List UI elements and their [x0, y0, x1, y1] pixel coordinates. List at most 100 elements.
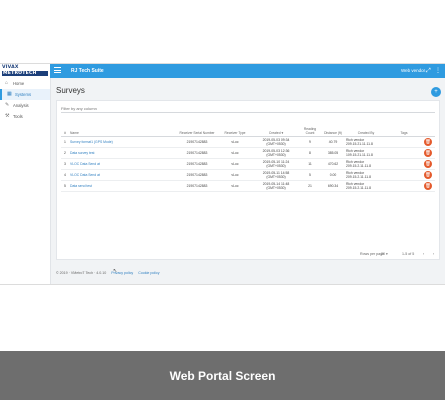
- created-by: Rich vendor 109.15.21.11.11.8: [345, 147, 387, 159]
- created-by: Rich vendor 209.15.2.11.11.8: [345, 169, 387, 181]
- delete-button[interactable]: 🗑: [424, 159, 432, 168]
- tags-cell: [387, 136, 421, 148]
- distance: 0.00: [321, 169, 345, 181]
- created-date: 2019-05-03 09:34 (GMT+0530): [253, 136, 299, 148]
- row-number: 5: [61, 180, 69, 192]
- sidebar: ⌂ Home ▦ Systems ✎ Analysis ⚒ Tools: [0, 78, 51, 284]
- trash-icon: 🗑: [425, 138, 431, 144]
- trash-icon: 🗑: [425, 171, 431, 177]
- web-portal-window: VIVAX METROTECH RJ Tech Suite Web vendor…: [0, 63, 445, 285]
- hamburger-menu-icon[interactable]: [54, 67, 61, 75]
- table-row[interactable]: 3 VLOC Data Send at 21907142883 vLoc 201…: [61, 158, 435, 170]
- column-header-label: Created: [268, 130, 281, 135]
- table-row[interactable]: 5 Data send test 21907142883 vLoc 2019-0…: [61, 180, 435, 192]
- distance: 40.79: [321, 136, 345, 148]
- app-title: RJ Tech Suite: [71, 68, 104, 74]
- table-row[interactable]: 1 Survey format1 (GPS Mode) 21907142883 …: [61, 136, 435, 148]
- trash-icon: 🗑: [425, 149, 431, 155]
- receiver-serial: 21907142883: [177, 169, 217, 181]
- receiver-type: vLoc: [217, 158, 253, 170]
- analysis-icon: ✎: [5, 102, 10, 108]
- pagination-range: 1-5 of 5: [402, 252, 415, 256]
- column-header-count[interactable]: Reading Count: [299, 117, 321, 137]
- brand-logo[interactable]: VIVAX METROTECH: [0, 64, 50, 78]
- plus-icon: +: [434, 89, 438, 95]
- user-menu[interactable]: Web vendor: [401, 68, 425, 73]
- survey-name-link[interactable]: Data send test: [69, 180, 177, 192]
- app-footer: © 2019 · VMetroT Tech · 4.0.10 Privacy p…: [56, 271, 160, 275]
- row-number: 4: [61, 169, 69, 181]
- sidebar-item-systems[interactable]: ▦ Systems: [0, 89, 50, 100]
- created-date: 2019-05-14 11:48 (GMT+0530): [253, 180, 299, 192]
- rows-per-page-select[interactable]: 20 ▾: [381, 252, 388, 256]
- surveys-table: # Name Receiver Serial Number Receiver T…: [61, 117, 435, 192]
- actions-cell: 🗑: [421, 158, 435, 170]
- reading-count: 9: [299, 136, 321, 148]
- created-date: 2019-05-11 14:58 (GMT+0530): [253, 169, 299, 181]
- survey-name-link[interactable]: Survey format1 (GPS Mode): [69, 136, 177, 148]
- sidebar-item-tools[interactable]: ⚒ Tools: [0, 111, 50, 122]
- sidebar-item-home[interactable]: ⌂ Home: [0, 78, 50, 89]
- tools-icon: ⚒: [5, 113, 10, 119]
- reading-count: 8: [299, 147, 321, 159]
- distance: 690.34: [321, 180, 345, 192]
- screenshot-stage: VIVAX METROTECH RJ Tech Suite Web vendor…: [0, 0, 445, 400]
- caption-text: Web Portal Screen: [169, 369, 276, 383]
- home-icon: ⌂: [5, 80, 9, 86]
- table-row[interactable]: 4 VLOC Data Send at 21907142883 vLoc 201…: [61, 169, 435, 181]
- table-row[interactable]: 2 Data survey test 21907142883 vLoc 2019…: [61, 147, 435, 159]
- top-app-bar: VIVAX METROTECH RJ Tech Suite Web vendor…: [0, 64, 445, 78]
- filter-input[interactable]: [61, 106, 435, 111]
- previous-page-icon[interactable]: ‹: [423, 252, 424, 256]
- trash-icon: 🗑: [425, 160, 431, 166]
- column-header-tags[interactable]: Tags: [387, 117, 421, 137]
- survey-name-link[interactable]: VLOC Data Send at: [69, 169, 177, 181]
- delete-button[interactable]: 🗑: [424, 148, 432, 157]
- column-header-actions: [421, 117, 435, 137]
- row-number: 2: [61, 147, 69, 159]
- survey-name-link[interactable]: VLOC Data Send at: [69, 158, 177, 170]
- receiver-serial: 21907142883: [177, 180, 217, 192]
- privacy-policy-link[interactable]: Privacy policy: [111, 271, 133, 275]
- delete-button[interactable]: 🗑: [424, 181, 432, 190]
- receiver-serial: 21907142883: [177, 136, 217, 148]
- tags-cell: [387, 180, 421, 192]
- column-header-distance[interactable]: Distance (ft): [321, 117, 345, 137]
- reading-count: 11: [299, 158, 321, 170]
- actions-cell: 🗑: [421, 136, 435, 148]
- receiver-serial: 21907142883: [177, 147, 217, 159]
- actions-cell: 🗑: [421, 147, 435, 159]
- sidebar-item-analysis[interactable]: ✎ Analysis: [0, 100, 50, 111]
- column-header-name[interactable]: Name: [69, 117, 177, 137]
- receiver-type: vLoc: [217, 169, 253, 181]
- add-survey-button[interactable]: +: [431, 87, 441, 97]
- created-by: Rich vendor 209.15.2.11.11.8: [345, 180, 387, 192]
- created-date: 2019-05-10 11:24 (GMT+0530): [253, 158, 299, 170]
- filter-field: [61, 104, 435, 113]
- delete-button[interactable]: 🗑: [424, 137, 432, 146]
- tags-cell: [387, 158, 421, 170]
- receiver-type: vLoc: [217, 147, 253, 159]
- systems-icon: ▦: [7, 91, 12, 97]
- tags-cell: [387, 169, 421, 181]
- survey-name-link[interactable]: Data survey test: [69, 147, 177, 159]
- rows-per-page-value: 20: [381, 252, 385, 256]
- distance: 385.05: [321, 147, 345, 159]
- column-header-created-by[interactable]: Created By: [345, 117, 387, 137]
- column-header-serial[interactable]: Receiver Serial Number: [177, 117, 217, 137]
- chevron-down-icon: ▾: [386, 252, 388, 256]
- cookie-policy-link[interactable]: Cookie policy: [138, 271, 159, 275]
- actions-cell: 🗑: [421, 180, 435, 192]
- delete-button[interactable]: 🗑: [424, 170, 432, 179]
- receiver-type: vLoc: [217, 136, 253, 148]
- sidebar-item-label: Home: [13, 81, 25, 86]
- fullscreen-icon[interactable]: ⤢: [426, 67, 431, 75]
- more-options-icon[interactable]: ⋮: [435, 67, 441, 75]
- column-header-number[interactable]: #: [61, 117, 69, 137]
- surveys-card: # Name Receiver Serial Number Receiver T…: [56, 100, 440, 260]
- column-header-created[interactable]: Created ▾: [253, 117, 299, 137]
- trash-icon: 🗑: [425, 182, 431, 188]
- distance: 470.62: [321, 158, 345, 170]
- column-header-type[interactable]: Receiver Type: [217, 117, 253, 137]
- next-page-icon[interactable]: ›: [433, 252, 434, 256]
